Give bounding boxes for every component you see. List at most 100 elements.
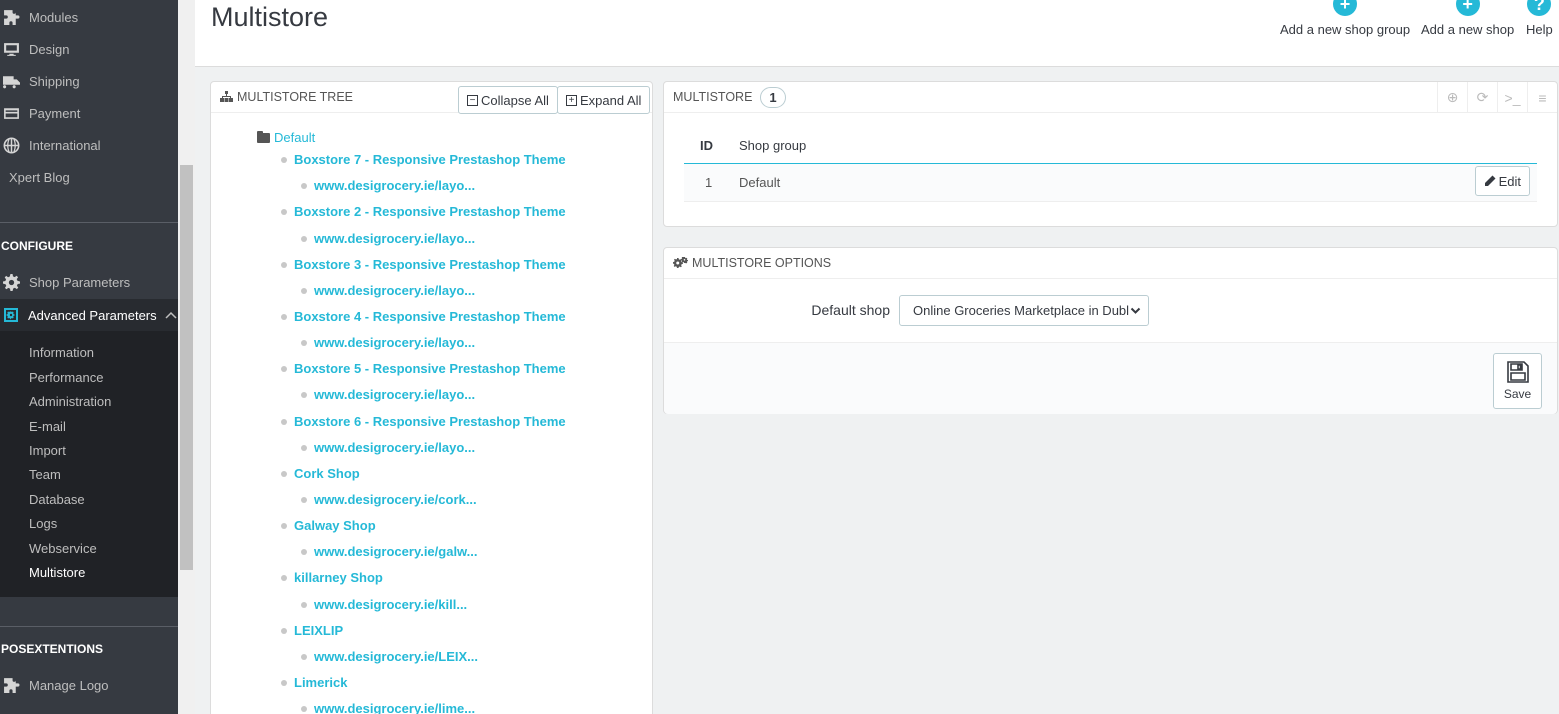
submenu-item-administration[interactable]: Administration [29,394,111,409]
sidebar-item-label: Shop Parameters [29,274,131,290]
sidebar-item-label: Modules [29,9,79,25]
multistore-options-panel: MULTISTORE OPTIONS Default shop Online G… [663,247,1558,414]
tree-shop-url[interactable]: www.desigrocery.ie/LEIX... [301,649,478,664]
table-row[interactable]: 1 Default [684,163,1537,202]
submenu-item-team[interactable]: Team [29,467,61,482]
sidebar-divider [0,222,178,223]
sidebar-divider [0,626,178,627]
section-heading-configure: CONFIGURE [1,239,73,253]
tree-shop-item[interactable]: killarney Shop [281,570,383,585]
sidebar-item-xpert-blog[interactable]: Xpert Blog [0,162,178,192]
globe-icon [1,136,21,154]
sidebar-item-international[interactable]: International [0,130,178,160]
bullet-icon [301,601,307,608]
expand-all-button[interactable]: + Expand All [557,86,651,114]
tree-shop-url[interactable]: www.desigrocery.ie/kill... [301,597,467,612]
sidebar-item-modules[interactable]: Modules [0,2,178,32]
sidebar-item-design[interactable]: Design [0,34,178,64]
tree-shop-item[interactable]: Cork Shop [281,466,360,481]
default-shop-row: Default shop Online Groceries Marketplac… [664,295,1557,326]
default-shop-select[interactable]: Online Groceries Marketplace in Dubl [899,295,1149,326]
tree-root-default[interactable]: Default [257,130,315,145]
submenu-item-webservice[interactable]: Webservice [29,541,97,556]
list-actions: ⊕ ⟳ >_ ≡ [1437,82,1557,113]
help-icon: ? [1527,0,1552,16]
bullet-icon [301,235,307,242]
edit-button[interactable]: Edit [1474,166,1530,196]
cell-shop-group: Default [739,163,1537,202]
bullet-icon [281,418,287,425]
folder-icon [257,130,270,143]
help-button[interactable]: ? Help [1526,0,1553,37]
tree-shop-item[interactable]: Boxstore 4 - Responsive Prestashop Theme [281,309,566,324]
section-heading-posextentions: POSEXTENTIONS [1,642,104,656]
cell-id: 1 [684,163,739,202]
tree-shop-url[interactable]: www.desigrocery.ie/layo... [301,387,475,402]
shop-group-table: ID Shop group 1 Default [684,128,1537,202]
bullet-icon [281,470,287,477]
submenu-item-email[interactable]: E-mail [29,419,66,434]
cogs-icon [673,257,688,268]
collapse-icon: − [467,94,478,106]
tree-shop-item[interactable]: Boxstore 7 - Responsive Prestashop Theme [281,152,566,167]
submenu-item-database[interactable]: Database [29,492,85,507]
tree-shop-url[interactable]: www.desigrocery.ie/layo... [301,283,475,298]
submenu-item-information[interactable]: Information [29,345,94,360]
plus-circle-icon: + [1455,0,1480,16]
bullet-icon [301,339,307,346]
submenu-item-multistore[interactable]: Multistore [29,565,85,580]
count-badge: 1 [760,86,786,108]
refresh-icon[interactable]: ⟳ [1467,82,1497,113]
bullet-icon [301,182,307,189]
bullet-icon [301,548,307,555]
sidebar-item-shop-parameters[interactable]: Shop Parameters [0,267,178,297]
sidebar-item-label: Design [29,41,70,57]
add-new-icon[interactable]: ⊕ [1437,82,1467,113]
sitemap-icon [220,91,233,102]
expand-icon: + [566,94,577,106]
tree-shop-url[interactable]: www.desigrocery.ie/layo... [301,335,475,350]
tree-shop-url[interactable]: www.desigrocery.ie/lime... [301,701,475,714]
sidebar-item-manage-logo[interactable]: Manage Logo [0,670,178,700]
tree-shop-url[interactable]: www.desigrocery.ie/layo... [301,440,475,455]
sidebar-scrollbar-thumb[interactable] [180,165,193,570]
table-header-row: ID Shop group [684,128,1537,164]
sql-query-icon[interactable]: >_ [1497,82,1527,113]
panel-footer: Save [664,342,1557,414]
sidebar-item-advanced-parameters[interactable]: Advanced Parameters [0,299,178,331]
tree-shop-url[interactable]: www.desigrocery.ie/cork... [301,492,477,507]
tree-shop-item[interactable]: LEIXLIP [281,623,343,638]
tree-shop-url[interactable]: www.desigrocery.ie/galw... [301,544,478,559]
tree-shop-item[interactable]: Limerick [281,675,347,690]
submenu-item-import[interactable]: Import [29,443,66,458]
pencil-icon [1484,175,1496,186]
sidebar-item-shipping[interactable]: Shipping [0,66,178,96]
database-icon[interactable]: ≡ [1527,82,1557,113]
column-header-id[interactable]: ID [684,128,739,164]
submenu-item-logs[interactable]: Logs [29,516,57,531]
save-button[interactable]: Save [1493,353,1542,409]
column-header-shop-group[interactable]: Shop group [739,128,1537,164]
tree-shop-url[interactable]: www.desigrocery.ie/layo... [301,231,475,246]
bullet-icon [301,444,307,451]
truck-icon [1,72,21,90]
tree-shop-item[interactable]: Boxstore 6 - Responsive Prestashop Theme [281,414,566,429]
add-shop-group-button[interactable]: + Add a new shop group [1280,0,1410,37]
bullet-icon [281,627,287,634]
tree-shop-item[interactable]: Boxstore 3 - Responsive Prestashop Theme [281,257,566,272]
collapse-all-button[interactable]: − Collapse All [458,86,558,114]
bullet-icon [281,522,287,529]
tree-shop-url[interactable]: www.desigrocery.ie/layo... [301,178,475,193]
submenu-item-performance[interactable]: Performance [29,370,103,385]
bullet-icon [301,391,307,398]
page-header: Multistore + Add a new shop group + Add … [195,0,1559,67]
tree-shop-item[interactable]: Boxstore 5 - Responsive Prestashop Theme [281,361,566,376]
tree-shop-item[interactable]: Boxstore 2 - Responsive Prestashop Theme [281,204,566,219]
sidebar-item-payment[interactable]: Payment [0,98,178,128]
bullet-icon [281,156,287,163]
bullet-icon [301,653,307,660]
add-shop-button[interactable]: + Add a new shop [1421,0,1514,37]
chevron-up-icon [165,311,177,319]
puzzle-icon [1,676,21,694]
tree-shop-item[interactable]: Galway Shop [281,518,376,533]
